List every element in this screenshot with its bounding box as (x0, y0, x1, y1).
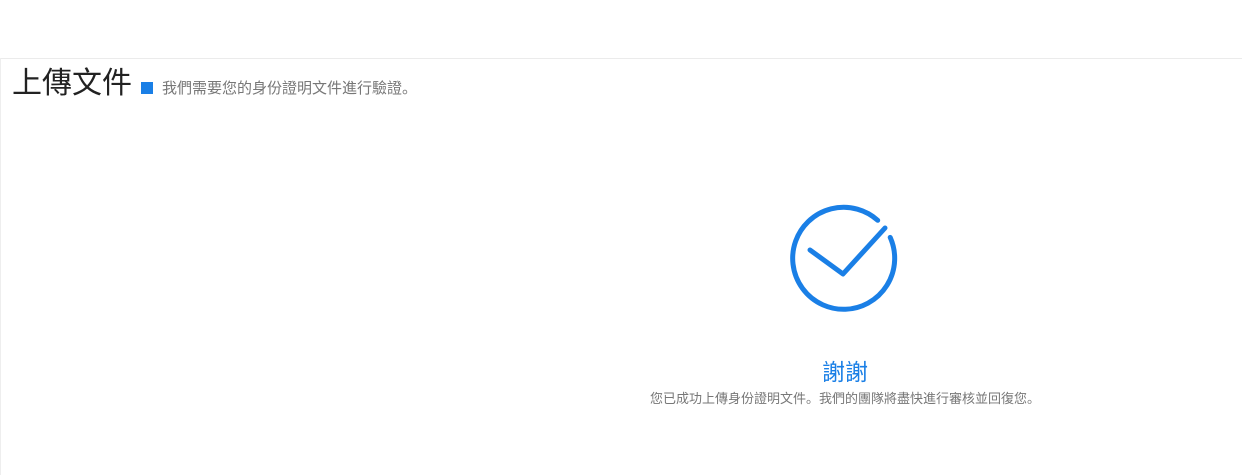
check-circle-icon (788, 199, 902, 313)
success-message: 您已成功上傳身份證明文件。我們的團隊將盡快進行審核並回復您。 (649, 392, 1040, 407)
page: 上傳文件 我們需要您的身份證明文件進行驗證。 謝謝 您已成功上傳身份證明文件。我… (0, 0, 1242, 475)
top-bar (0, 0, 1242, 59)
page-subtitle: 我們需要您的身份證明文件進行驗證。 (162, 78, 418, 97)
page-title: 上傳文件 (12, 66, 132, 101)
page-header: 上傳文件 我們需要您的身份證明文件進行驗證。 (12, 62, 417, 106)
title-marker-icon (141, 82, 153, 94)
success-title: 謝謝 (822, 360, 868, 386)
left-border (0, 58, 1, 475)
